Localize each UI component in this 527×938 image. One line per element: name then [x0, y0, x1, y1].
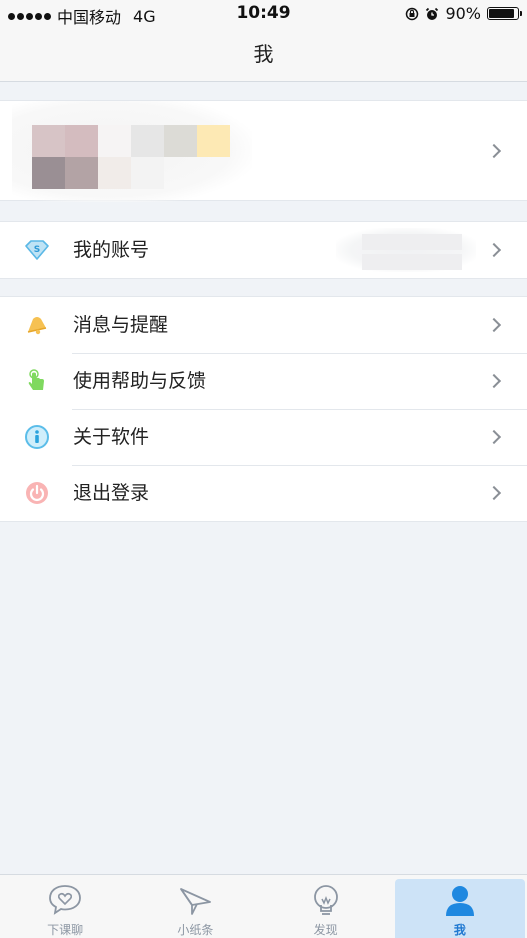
chevron-right-icon — [486, 373, 502, 389]
rotation-lock-icon — [406, 7, 419, 20]
chevron-right-icon — [486, 317, 502, 333]
page-title: 我 — [253, 42, 274, 66]
bell-icon — [27, 317, 47, 335]
menu-item-my-account[interactable]: S 我的账号 — [0, 222, 527, 278]
about-label: 关于软件 — [73, 426, 150, 448]
chevron-right-icon — [486, 143, 502, 159]
chevron-right-icon — [486, 485, 502, 501]
menu-item-about[interactable]: 关于软件 — [0, 409, 527, 465]
profile-card[interactable] — [0, 100, 527, 202]
lightbulb-icon — [313, 885, 338, 915]
tab-notes-label: 小纸条 — [177, 923, 214, 937]
status-right: 90% — [405, 4, 522, 23]
account-value-pixelated — [336, 228, 476, 272]
power-icon — [26, 482, 48, 504]
tab-notes[interactable]: 小纸条 — [130, 875, 260, 938]
tab-chat[interactable]: 下课聊 — [0, 875, 130, 938]
diamond-s-icon: S — [25, 240, 49, 260]
help-feedback-label: 使用帮助与反馈 — [73, 370, 207, 392]
tab-bar: 下课聊 小纸条 发现 我 — [0, 874, 527, 938]
hand-pointer-icon — [28, 369, 44, 390]
settings-group: 消息与提醒 使用帮助与反馈 关于软件 退出登录 — [0, 296, 527, 522]
account-group: S 我的账号 — [0, 221, 527, 279]
tab-me[interactable]: 我 — [394, 879, 525, 938]
profile-avatar-pixelated — [12, 101, 252, 202]
menu-item-notifications[interactable]: 消息与提醒 — [0, 297, 527, 353]
status-bar: 中国移动 4G 10:49 90% — [0, 0, 527, 28]
tab-me-label: 我 — [453, 923, 466, 937]
svg-text:S: S — [34, 245, 40, 255]
tab-chat-label: 下课聊 — [47, 923, 84, 937]
chevron-right-icon — [486, 429, 502, 445]
alarm-icon — [426, 7, 439, 20]
person-icon — [445, 886, 474, 916]
info-icon — [25, 425, 49, 449]
chat-heart-icon — [49, 885, 82, 915]
logout-label: 退出登录 — [73, 482, 150, 504]
tab-discover-label: 发现 — [313, 923, 338, 937]
battery-fill — [489, 9, 515, 18]
my-account-label: 我的账号 — [73, 239, 150, 261]
nav-bar: 我 — [0, 28, 527, 82]
battery-percent: 90% — [445, 4, 481, 23]
menu-item-logout[interactable]: 退出登录 — [0, 465, 527, 521]
chevron-right-icon — [486, 242, 502, 258]
battery-icon — [487, 7, 522, 20]
paper-plane-icon — [180, 888, 212, 915]
notifications-label: 消息与提醒 — [73, 314, 169, 336]
tab-discover[interactable]: 发现 — [261, 875, 391, 938]
menu-item-help-feedback[interactable]: 使用帮助与反馈 — [0, 353, 527, 409]
